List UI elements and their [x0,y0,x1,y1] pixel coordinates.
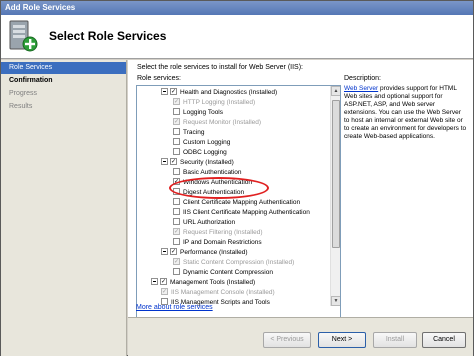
page-title: Select Role Services [49,29,167,43]
collapse-minus-icon[interactable] [161,87,168,95]
tree-row[interactable]: Client Certificate Mapping Authenticatio… [173,197,301,208]
role-services-label: Role services: [137,75,181,82]
more-about-role-services-link[interactable]: More about role services [136,304,213,311]
install-button[interactable]: Install [373,332,417,348]
checkbox [173,257,180,265]
checkbox[interactable] [160,277,167,285]
tree-row-label: Basic Authentication [183,169,242,176]
tree-row-label: Client Certificate Mapping Authenticatio… [183,199,301,206]
tree-row-label: Tracing [183,129,205,136]
tree-row-label: ODBC Logging [183,149,227,156]
checkbox [173,117,180,125]
previous-button[interactable]: < Previous [263,332,311,348]
scroll-up-arrow-icon[interactable]: ▲ [331,86,340,96]
checkbox[interactable] [170,87,177,95]
scroll-thumb[interactable] [332,100,340,248]
tree-row[interactable]: Static Content Compression (Installed) [173,257,295,268]
description-body: provides support for HTML Web sites and … [344,85,467,140]
checkbox[interactable] [173,217,180,225]
tree-row-label: Dynamic Content Compression [183,269,273,276]
tree-row[interactable]: URL Authorization [173,217,236,228]
tree-row[interactable]: IP and Domain Restrictions [173,237,262,248]
checkbox[interactable] [173,107,180,115]
window-title: Add Role Services [5,3,76,12]
tree-row-label: Performance (Installed) [180,249,248,256]
description-text: Web Server provides support for HTML Web… [344,85,468,141]
role-services-tree[interactable]: Health and Diagnostics (Installed) HTTP L… [136,85,341,355]
main-content: Select the role services to install for … [128,60,473,356]
checkbox[interactable] [173,127,180,135]
nav-item[interactable]: Role Services [1,62,126,74]
checkbox[interactable] [173,167,180,175]
checkbox [161,287,168,295]
checkbox [173,97,180,105]
tree-row[interactable]: IIS Client Certificate Mapping Authentic… [173,207,310,218]
dialog-window: Add Role Services Select Role Services R… [0,0,474,356]
tree-row[interactable]: Logging Tools [173,107,223,118]
tree-row-label: Health and Diagnostics (Installed) [180,89,278,96]
nav-item[interactable]: Results [1,101,126,113]
tree-row[interactable]: Request Monitor (Installed) [173,117,262,128]
checkbox[interactable] [173,147,180,155]
checkbox[interactable] [170,157,177,165]
wizard-footer: < Previous Next > Install Cancel [128,317,473,356]
cancel-button[interactable]: Cancel [422,332,466,348]
tree-row[interactable]: ODBC Logging [173,147,227,158]
description-label: Description: [344,75,381,82]
tree-row-label: Request Monitor (Installed) [183,119,262,126]
tree-row-label: Custom Logging [183,139,231,146]
checkbox[interactable] [173,237,180,245]
tree-row[interactable]: Dynamic Content Compression [173,267,273,278]
tree-row-label: URL Authorization [183,219,236,226]
checkbox[interactable] [173,207,180,215]
checkbox [173,227,180,235]
tree-row[interactable]: IIS Management Console (Installed) [161,287,275,298]
instruction-text: Select the role services to install for … [137,64,303,71]
server-add-icon [9,20,38,52]
collapse-minus-icon[interactable] [161,247,168,255]
tree-row[interactable]: Performance (Installed) [161,247,248,258]
tree-row-label: Request Filtering (Installed) [183,229,263,236]
checkbox[interactable] [173,197,180,205]
tree-row-label: Security (Installed) [180,159,234,166]
tree-row-label: HTTP Logging (Installed) [183,99,256,106]
tree-row[interactable]: Custom Logging [173,137,231,148]
checkbox[interactable] [170,247,177,255]
tree-row-label: IP and Domain Restrictions [183,239,262,246]
nav-item[interactable]: Progress [1,88,126,100]
wizard-header: Select Role Services [1,15,473,59]
next-button[interactable]: Next > [318,332,366,348]
tree-row-label: Static Content Compression (Installed) [183,259,295,266]
tree-row-label: IIS Client Certificate Mapping Authentic… [183,209,310,216]
tree-row[interactable]: Management Tools (Installed) [151,277,256,288]
checkbox[interactable] [173,267,180,275]
tree-row[interactable]: HTTP Logging (Installed) [173,97,256,108]
web-server-link[interactable]: Web Server [344,85,378,92]
wizard-nav: Role Services Confirmation Progress Results [1,60,127,356]
tree-row-label: Management Tools (Installed) [170,279,256,286]
tree-row[interactable]: Request Filtering (Installed) [173,227,263,238]
tree-row-label: IIS Management Console (Installed) [171,289,275,296]
annotation-circle [169,177,269,199]
title-bar: Add Role Services [1,1,473,15]
collapse-minus-icon[interactable] [151,277,158,285]
collapse-minus-icon[interactable] [161,157,168,165]
tree-scrollbar[interactable]: ▲ ▼ [330,86,340,306]
tree-row[interactable]: Tracing [173,127,205,138]
tree-row[interactable]: Security (Installed) [161,157,234,168]
checkbox[interactable] [173,137,180,145]
tree-row[interactable]: Health and Diagnostics (Installed) [161,87,278,98]
nav-item[interactable]: Confirmation [1,75,126,87]
scroll-down-arrow-icon[interactable]: ▼ [331,296,340,306]
tree-row-label: Logging Tools [183,109,223,116]
